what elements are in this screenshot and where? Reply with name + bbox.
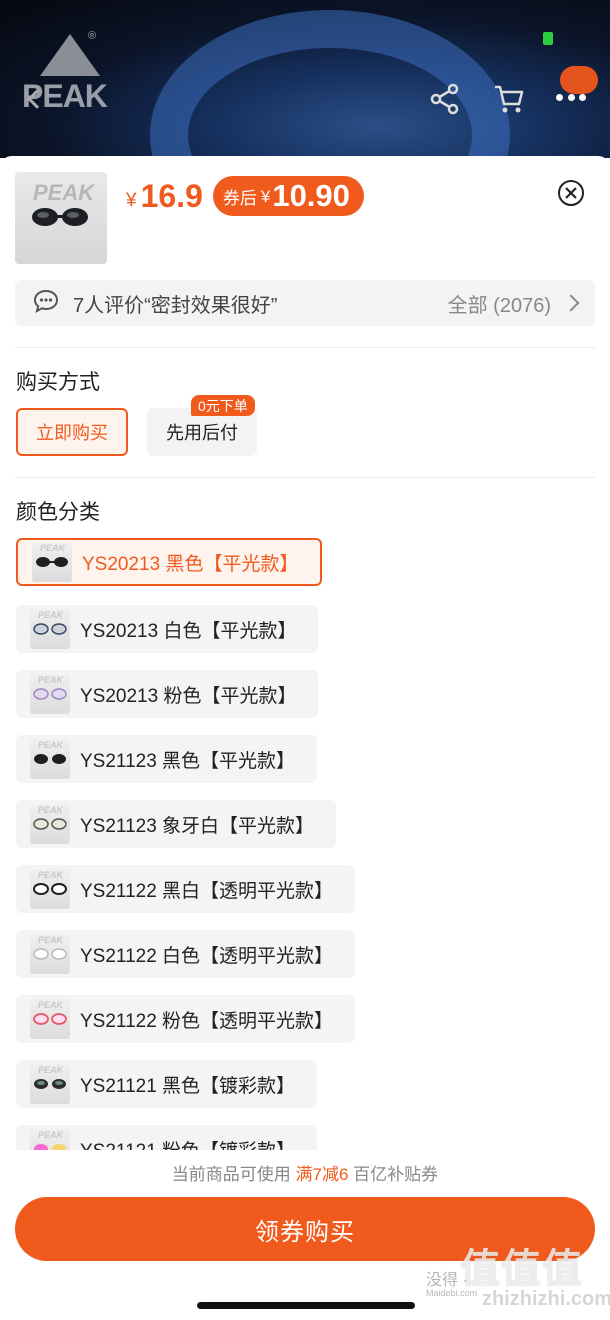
variant-label: YS20213 粉色【平光款】 [80, 685, 297, 707]
all-reviews-link[interactable]: 全部 (2076) [448, 289, 551, 318]
variant-thumbnail: PEAK [30, 934, 70, 974]
variant-thumbnail: PEAK [30, 1064, 70, 1104]
watermark-small-text: 没得 · [426, 1272, 468, 1289]
home-indicator[interactable] [197, 1302, 415, 1309]
color-category-title: 颜色分类 [16, 501, 100, 524]
color-variant-list: PEAK YS20213 黑色【平光款】 PEAK YS20213 白色【平光款… [16, 538, 596, 1150]
coupon-currency: ¥ [260, 187, 271, 206]
coupon-note-suffix: 百亿补贴券 [348, 1165, 439, 1184]
product-hero-image: PEAK ® [0, 0, 610, 158]
coupon-note-prefix: 当前商品可使用 [171, 1165, 296, 1184]
variant-label: YS21123 黑色【平光款】 [80, 750, 296, 772]
goggle-image [32, 208, 88, 226]
variant-label: YS21122 粉色【透明平光款】 [80, 1010, 334, 1032]
sku-selection-sheet: PEAK ¥ 16.9 券后 ¥ 10.90 7人评价“密封效果很好” 全部 (… [0, 156, 610, 1320]
coupon-label: 券后 [222, 188, 257, 208]
variant-label: YS21121 黑色【镀彩款】 [80, 1075, 296, 1097]
variant-option[interactable]: PEAK YS21123 黑色【平光款】 [16, 735, 318, 783]
product-thumbnail: PEAK [15, 172, 107, 264]
variant-option[interactable]: PEAK YS20213 白色【平光款】 [16, 605, 319, 653]
variant-option[interactable]: PEAK YS21121 黑色【镀彩款】 [16, 1060, 318, 1108]
coupon-price-pill: 券后 ¥ 10.90 [212, 176, 364, 216]
close-icon[interactable] [558, 180, 584, 206]
variant-label: YS21121 粉色【镀彩款】 [80, 1136, 295, 1151]
variant-label: YS21122 黑白【透明平光款】 [80, 880, 334, 902]
coupon-price: 10.90 [272, 178, 350, 213]
price-value: 16.9 [140, 177, 203, 214]
variant-label: YS21123 象牙白【平光款】 [80, 815, 315, 837]
claim-coupon-buy-button[interactable]: 领券购买 [15, 1197, 595, 1261]
buy-now-option[interactable]: 立即购买 [16, 408, 128, 456]
variant-thumbnail: PEAK [30, 609, 70, 649]
variant-thumbnail: PEAK [30, 1129, 70, 1150]
divider [15, 347, 595, 348]
variant-option[interactable]: PEAK YS21121 粉色【镀彩款】 [16, 1125, 318, 1151]
registered-mark: ® [88, 30, 97, 42]
chat-bubble-icon [33, 289, 59, 318]
variant-option[interactable]: PEAK YS21122 白色【透明平光款】 [16, 930, 356, 978]
variant-thumbnail: PEAK [30, 674, 70, 714]
review-summary-bar[interactable]: 7人评价“密封效果很好” 全部 (2076) [15, 280, 595, 326]
coupon-applicable-note: 当前商品可使用 满7减6 百亿补贴券 [0, 1160, 610, 1185]
more-menu-button[interactable] [556, 66, 598, 112]
variant-label: YS21122 白色【透明平光款】 [80, 945, 334, 967]
share-icon[interactable] [428, 82, 462, 116]
purchase-method-title: 购买方式 [16, 371, 100, 394]
watermark-domain: zhizhizhi.com [482, 1288, 610, 1310]
chevron-right-icon [562, 294, 580, 312]
variant-thumbnail: PEAK [30, 739, 70, 779]
more-icon [556, 94, 586, 101]
variant-label: YS20213 黑色【平光款】 [82, 553, 299, 575]
variant-option[interactable]: PEAK YS21122 黑白【透明平光款】 [16, 865, 356, 913]
price-currency: ¥ [126, 190, 137, 211]
thumbnail-brand-text: PEAK [33, 180, 95, 205]
price-row: ¥ 16.9 券后 ¥ 10.90 [126, 176, 364, 216]
variant-option[interactable]: PEAK YS21122 粉色【透明平光款】 [16, 995, 356, 1043]
variant-label: YS20213 白色【平光款】 [80, 620, 297, 642]
notification-badge [560, 66, 598, 94]
status-indicator [543, 32, 553, 45]
divider [15, 477, 595, 478]
variant-thumbnail: PEAK [30, 869, 70, 909]
review-summary-text: 7人评价“密封效果很好” [73, 294, 278, 317]
variant-thumbnail: PEAK [30, 804, 70, 844]
variant-thumbnail: PEAK [30, 999, 70, 1039]
variant-option[interactable]: PEAK YS20213 粉色【平光款】 [16, 670, 319, 718]
variant-option[interactable]: PEAK YS20213 黑色【平光款】 [16, 538, 323, 586]
variant-option[interactable]: PEAK YS21123 象牙白【平光款】 [16, 800, 337, 848]
coupon-note-highlight: 满7减6 [295, 1165, 349, 1184]
variant-thumbnail: PEAK [32, 542, 72, 582]
zero-down-badge: 0元下单 [191, 395, 255, 416]
cart-icon[interactable] [492, 82, 526, 116]
watermark-domain-small: Maidebi.com [426, 1288, 478, 1298]
